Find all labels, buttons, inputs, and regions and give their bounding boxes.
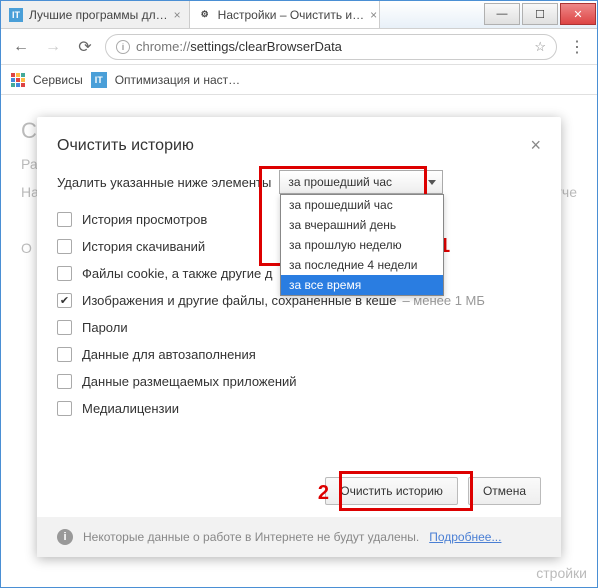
check-label: История скачиваний [82,239,205,254]
time-range-label: Удалить указанные ниже элементы [57,175,271,190]
close-icon[interactable]: × [174,8,181,22]
bookmarks-apps-label[interactable]: Сервисы [33,73,83,87]
dialog-title: Очистить историю [57,137,530,155]
dropdown-option[interactable]: за прошедший час [281,195,443,215]
address-prefix: chrome:// [136,39,190,54]
info-bar: i Некоторые данные о работе в Интернете … [37,517,561,557]
cancel-button[interactable]: Отмена [468,477,541,505]
address-bar[interactable]: i chrome://settings/clearBrowserData ☆ [105,34,557,60]
bookmark-item-1[interactable]: Оптимизация и наст… [115,73,240,87]
time-range-value: за прошедший час [288,175,392,189]
reload-button[interactable]: ⟳ [73,35,97,59]
bookmark-star-icon[interactable]: ☆ [534,39,546,55]
dialog-close-button[interactable]: × [530,135,541,156]
dropdown-option[interactable]: за все время [281,275,443,295]
tab-2[interactable]: ⚙ Настройки – Очистить и… × [190,1,380,28]
address-path: settings/clearBrowserData [190,39,342,54]
check-row[interactable]: Медиалицензии [57,395,541,422]
checkbox[interactable] [57,212,72,227]
clear-button[interactable]: Очистить историю [325,477,458,505]
favicon-it-icon: IT [9,8,23,22]
back-button[interactable]: ← [9,35,33,59]
window-controls: — ☐ ✕ [483,1,597,28]
check-label: Данные размещаемых приложений [82,374,297,389]
checkbox[interactable] [57,320,72,335]
menu-button[interactable]: ⋮ [565,37,589,57]
close-button[interactable]: ✕ [560,3,596,25]
info-icon[interactable]: i [116,40,130,54]
dropdown-option[interactable]: за вчерашний день [281,215,443,235]
minimize-button[interactable]: — [484,3,520,25]
checkbox[interactable] [57,239,72,254]
tab-1-label: Лучшие программы дл… [29,8,168,22]
info-text: Некоторые данные о работе в Интернете не… [83,530,419,544]
close-icon[interactable]: × [370,8,377,22]
check-label: История просмотров [82,212,207,227]
chevron-down-icon [428,180,436,185]
dropdown-option[interactable]: за последние 4 недели [281,255,443,275]
bookmarks-bar: Сервисы IT Оптимизация и наст… [1,65,597,95]
info-icon: i [57,529,73,545]
checkbox[interactable] [57,401,72,416]
time-range-select[interactable]: за прошедший час [279,170,443,194]
checkbox[interactable] [57,293,72,308]
apps-icon[interactable] [11,73,25,87]
annotation-number-2: 2 [318,482,329,505]
time-range-dropdown: за прошедший часза вчерашний деньза прош… [280,194,444,296]
dropdown-option[interactable]: за прошлую неделю [281,235,443,255]
clear-history-dialog: Очистить историю × Удалить указанные ниж… [37,117,561,557]
check-label: Пароли [82,320,128,335]
maximize-button[interactable]: ☐ [522,3,558,25]
browser-window: IT Лучшие программы дл… × ⚙ Настройки – … [0,0,598,588]
forward-button[interactable]: → [41,35,65,59]
tab-1[interactable]: IT Лучшие программы дл… × [1,1,190,28]
info-link[interactable]: Подробнее... [429,530,501,544]
checkbox[interactable] [57,266,72,281]
checkbox[interactable] [57,347,72,362]
check-row[interactable]: Данные для автозаполнения [57,341,541,368]
checkbox[interactable] [57,374,72,389]
favicon-it-icon: IT [91,72,107,88]
dialog-footer: Очистить историю Отмена [37,465,561,517]
titlebar: IT Лучшие программы дл… × ⚙ Настройки – … [1,1,597,29]
toolbar: ← → ⟳ i chrome://settings/clearBrowserDa… [1,29,597,65]
check-row[interactable]: Данные размещаемых приложений [57,368,541,395]
gear-icon: ⚙ [198,8,212,22]
check-label: Данные для автозаполнения [82,347,256,362]
check-label: Файлы cookie, а также другие д [82,266,272,281]
check-row[interactable]: Пароли [57,314,541,341]
check-label: Медиалицензии [82,401,179,416]
time-range-row: Удалить указанные ниже элементы за проше… [57,170,541,194]
tab-2-label: Настройки – Очистить и… [218,8,364,22]
